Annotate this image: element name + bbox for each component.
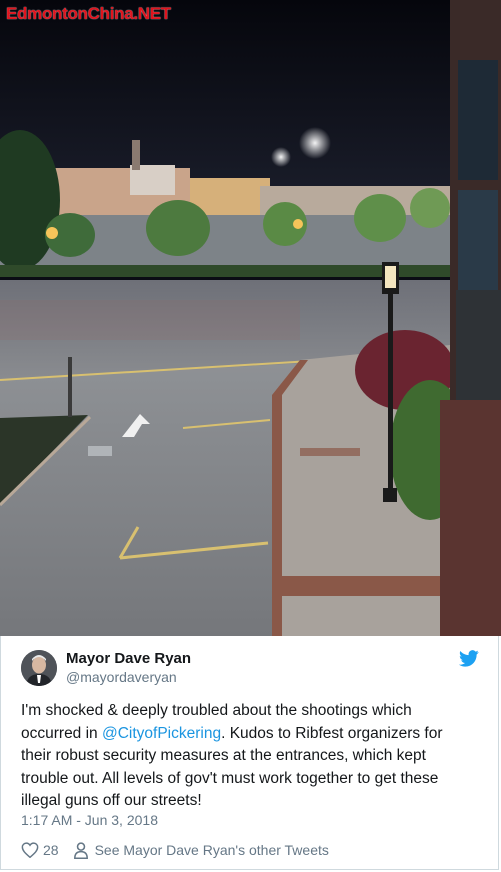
- person-icon[interactable]: [73, 841, 89, 859]
- other-tweets-link[interactable]: See Mayor Dave Ryan's other Tweets: [95, 842, 329, 858]
- twitter-bird-icon[interactable]: [458, 650, 479, 668]
- tweet-card: Mayor Dave Ryan @mayordaveryan I'm shock…: [0, 636, 499, 870]
- tweet-photo[interactable]: EdmontonChina.NET: [0, 0, 501, 636]
- author-name[interactable]: Mayor Dave Ryan: [66, 650, 191, 667]
- tweet-text: I'm shocked & deeply troubled about the …: [21, 700, 461, 813]
- heart-icon[interactable]: [21, 842, 39, 858]
- watermark: EdmontonChina.NET: [6, 4, 171, 23]
- mention-link[interactable]: @CityofPickering: [102, 725, 221, 742]
- night-street-scene: [0, 0, 501, 636]
- like-count[interactable]: 28: [43, 842, 59, 858]
- author-handle[interactable]: @mayordaveryan: [66, 669, 177, 685]
- tweet-actions: 28 See Mayor Dave Ryan's other Tweets: [21, 840, 329, 860]
- timestamp[interactable]: 1:17 AM - Jun 3, 2018: [21, 812, 158, 828]
- avatar[interactable]: [21, 650, 57, 686]
